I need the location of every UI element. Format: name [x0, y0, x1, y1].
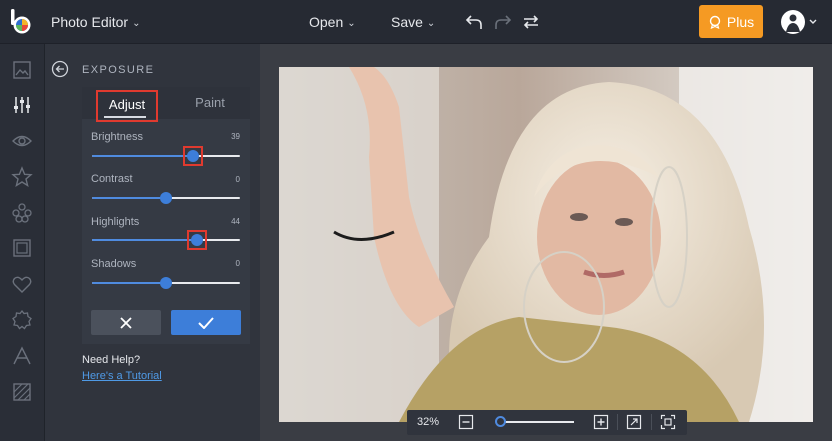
active-tab-indicator: [104, 116, 146, 118]
shadows-label: Shadows: [91, 258, 137, 270]
chevron-down-icon: ⌄: [132, 18, 141, 29]
tab-paint[interactable]: Paint: [180, 95, 240, 110]
save-menu-label: Save: [391, 14, 423, 30]
app-title-label: Photo Editor: [51, 14, 129, 30]
contrast-value: 0: [235, 175, 240, 184]
help-heading: Need Help?: [82, 354, 141, 366]
plus-label: Plus: [726, 13, 755, 30]
chevron-down-icon: ⌄: [347, 18, 356, 29]
text-icon[interactable]: [11, 345, 33, 367]
actual-size-icon[interactable]: [660, 414, 676, 430]
image-tool-icon[interactable]: [11, 59, 33, 81]
shadows-value: 0: [235, 259, 240, 268]
compare-icon[interactable]: [521, 12, 541, 32]
avatar: [781, 10, 817, 34]
back-arrow-icon[interactable]: [51, 60, 69, 78]
app-logo-icon[interactable]: [10, 9, 32, 35]
portrait-photo: [279, 67, 813, 422]
divider: [651, 414, 652, 430]
badge-shape-icon[interactable]: [11, 309, 33, 331]
star-icon[interactable]: [11, 166, 33, 188]
heart-icon[interactable]: [11, 273, 33, 295]
shadows-handle[interactable]: [160, 277, 172, 289]
highlights-label: Highlights: [91, 216, 140, 228]
highlights-slider[interactable]: [92, 239, 240, 241]
apply-button[interactable]: [171, 310, 241, 335]
brightness-slider[interactable]: [92, 155, 240, 157]
close-icon: [120, 316, 132, 329]
zoom-handle[interactable]: [494, 416, 506, 427]
fit-to-screen-icon[interactable]: [626, 414, 642, 430]
photo-editor-app: Photo Editor ⌄ Open ⌄ Save ⌄ Plus EXPOSU…: [0, 0, 832, 441]
undo-icon[interactable]: [464, 12, 484, 32]
panel-title: EXPOSURE: [82, 64, 155, 76]
tutorial-link[interactable]: Here's a Tutorial: [82, 370, 162, 382]
highlights-value: 44: [231, 217, 240, 226]
shadows-fill: [92, 282, 166, 284]
open-menu[interactable]: Open ⌄: [309, 14, 356, 30]
cancel-button[interactable]: [91, 310, 161, 335]
contrast-label: Contrast: [91, 173, 133, 185]
brightness-label: Brightness: [91, 131, 143, 143]
account-menu[interactable]: [780, 8, 820, 36]
eye-icon[interactable]: [11, 130, 33, 152]
divider: [617, 414, 618, 430]
zoom-level: 32%: [417, 416, 440, 428]
effects-icon[interactable]: [11, 202, 33, 224]
open-menu-label: Open: [309, 14, 344, 30]
app-title-dropdown[interactable]: Photo Editor ⌄: [51, 14, 140, 30]
chevron-down-icon: ⌄: [426, 18, 436, 29]
highlights-handle-highlight: [187, 230, 208, 250]
redo-icon[interactable]: [493, 12, 513, 32]
zoom-slider[interactable]: [496, 421, 574, 423]
brightness-handle-highlight: [183, 146, 204, 166]
zoom-in-icon[interactable]: [593, 414, 609, 430]
brightness-value: 39: [231, 132, 240, 141]
frame-icon[interactable]: [11, 237, 33, 259]
highlights-fill: [92, 239, 198, 241]
contrast-fill: [92, 197, 166, 199]
texture-icon[interactable]: [11, 381, 33, 403]
zoom-out-icon[interactable]: [458, 414, 474, 430]
save-menu[interactable]: Save ⌄: [391, 14, 435, 30]
plus-upgrade-button[interactable]: Plus: [699, 5, 763, 38]
brightness-fill: [92, 155, 194, 157]
photo-canvas[interactable]: [279, 67, 813, 422]
adjust-sliders-icon[interactable]: [11, 94, 33, 116]
checkmark-icon: [198, 316, 214, 329]
contrast-handle[interactable]: [160, 192, 172, 204]
badge-icon: [709, 15, 721, 29]
